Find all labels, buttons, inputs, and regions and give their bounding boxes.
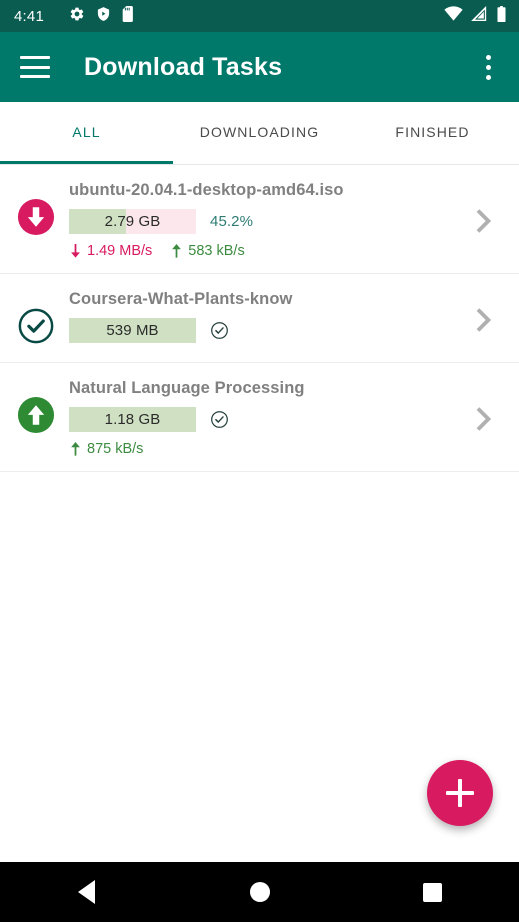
hamburger-line [20,65,50,69]
add-task-fab[interactable] [427,760,493,826]
hamburger-line [20,75,50,78]
tab-finished[interactable]: FINISHED [346,102,519,164]
arrow-up-icon [172,244,182,258]
system-nav-bar [0,862,519,922]
nav-home-button[interactable] [173,862,346,922]
task-name: Coursera-What-Plants-know [69,290,293,308]
task-row[interactable]: Natural Language Processing 1.18 GB 875 … [0,363,519,472]
hamburger-icon[interactable] [20,56,50,78]
shield-play-icon [96,6,111,27]
progress-percent: 45.2% [210,213,254,230]
arrow-down-icon [71,244,80,258]
phone-screen: 4:41 Download Tasks ALL DOWNLOADING FINI… [0,0,519,922]
status-bar-clock: 4:41 [14,7,44,25]
hamburger-line [20,56,50,59]
status-bar-left: 4:41 [14,5,135,27]
overflow-dot [485,74,491,80]
sd-card-icon [122,5,135,27]
progress-bar: 539 MB [69,318,196,343]
download-circle-icon[interactable] [14,195,58,239]
upload-circle-icon[interactable] [14,393,58,437]
app-bar: Download Tasks [0,32,519,102]
progress-bar: 2.79 GB [69,209,196,234]
home-circle-icon [249,882,270,902]
upload-speed: 583 kB/s [170,243,245,259]
task-name: Natural Language Processing [69,379,305,397]
tab-all[interactable]: ALL [0,102,173,164]
task-row[interactable]: ubuntu-20.04.1-desktop-amd64.iso 2.79 GB… [0,165,519,274]
task-name: ubuntu-20.04.1-desktop-amd64.iso [69,181,344,199]
task-size: 539 MB [106,322,159,339]
tab-bar: ALL DOWNLOADING FINISHED [0,102,519,165]
task-info: Natural Language Processing 1.18 GB 875 … [58,379,471,457]
task-speeds: 875 kB/s [69,441,463,457]
progress-bar: 1.18 GB [69,407,196,432]
gear-icon [69,6,85,27]
task-progress-line: 1.18 GB [69,407,463,432]
plus-icon [458,779,462,807]
task-size: 1.18 GB [104,411,161,428]
chevron-right-icon[interactable] [471,402,505,441]
recents-square-icon [423,882,442,902]
wifi-icon [444,6,463,26]
task-progress-line: 2.79 GB 45.2% [69,209,463,234]
task-row[interactable]: Coursera-What-Plants-know 539 MB [0,274,519,363]
cell-signal-icon [471,6,488,26]
back-triangle-icon [78,880,95,904]
task-list: ubuntu-20.04.1-desktop-amd64.iso 2.79 GB… [0,165,519,862]
task-size: 2.79 GB [104,213,161,230]
upload-speed: 875 kB/s [69,441,143,457]
overflow-dot [485,54,491,60]
chevron-right-icon[interactable] [471,204,505,243]
status-bar: 4:41 [0,0,519,32]
page-title: Download Tasks [84,52,283,81]
upload-speed-value: 875 kB/s [87,441,144,457]
status-bar-right [444,5,507,27]
task-speeds: 1.49 MB/s 583 kB/s [69,243,463,259]
overflow-dot [485,64,491,70]
upload-speed-value: 583 kB/s [188,243,245,259]
task-progress-line: 539 MB [69,318,463,343]
check-circle-small-icon [210,321,229,340]
check-circle-small-icon [210,410,229,429]
check-circle-outline-icon[interactable] [14,304,58,348]
task-info: Coursera-What-Plants-know 539 MB [58,290,471,343]
chevron-right-icon[interactable] [471,303,505,342]
more-vert-icon[interactable] [475,52,501,82]
battery-icon [496,5,507,27]
task-info: ubuntu-20.04.1-desktop-amd64.iso 2.79 GB… [58,181,471,259]
nav-back-button[interactable] [0,862,173,922]
download-speed: 1.49 MB/s [69,243,152,259]
nav-recents-button[interactable] [346,862,519,922]
download-speed-value: 1.49 MB/s [87,243,153,259]
tab-downloading[interactable]: DOWNLOADING [173,102,346,164]
arrow-up-icon [71,442,80,456]
